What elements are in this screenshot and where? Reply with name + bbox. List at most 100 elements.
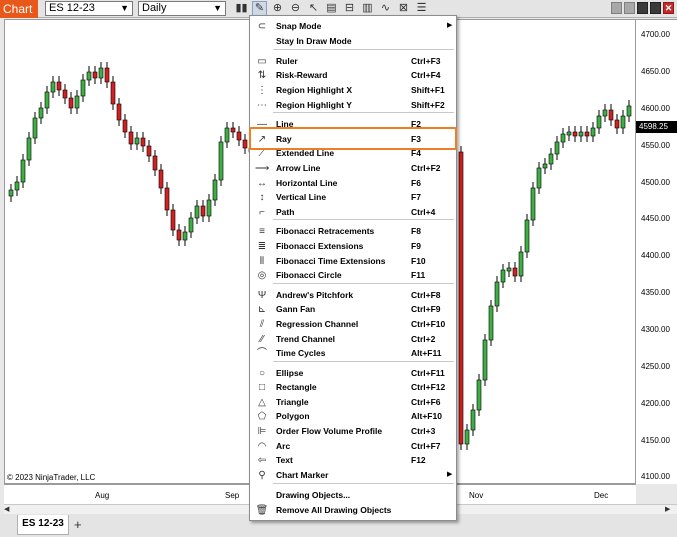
menu-item-label: Horizontal Line <box>276 178 338 188</box>
menu-item-arc[interactable]: ◠ Arc Ctrl+F7 <box>251 440 456 454</box>
menu-item-ruler[interactable]: ▭ Ruler Ctrl+F3 <box>251 55 456 69</box>
menu-item-vertical-line[interactable]: ↕ Vertical Line F7 <box>251 191 456 205</box>
menu-item-text[interactable]: ⇦ Text F12 <box>251 454 456 468</box>
interval-selector[interactable]: Daily ▼ <box>138 1 226 16</box>
menu-item-drawing-objects[interactable]: Drawing Objects... <box>251 489 456 503</box>
ellipse-icon: ○ <box>258 368 266 379</box>
magnet-icon: ⊂ <box>257 21 267 32</box>
window-option-icon[interactable] <box>611 2 622 14</box>
menu-item-label: Remove All Drawing Objects <box>276 505 392 515</box>
candle-body <box>152 155 158 171</box>
y-tick-label: 4500.00 <box>641 178 670 187</box>
candle-body <box>14 181 20 191</box>
menu-item-chart-marker[interactable]: ⚲ Chart Marker ▶ <box>251 469 456 483</box>
candle-body <box>8 189 14 197</box>
close-icon[interactable]: ✕ <box>663 2 674 14</box>
candle-body <box>218 141 224 181</box>
fib-retracement-icon: ≡ <box>259 226 265 237</box>
menu-item-arrow-line[interactable]: ⟶ Arrow Line Ctrl+F2 <box>251 162 456 176</box>
instrument-icon[interactable]: ▥ <box>360 1 375 16</box>
candle-body <box>566 131 572 136</box>
candle-body <box>170 209 176 231</box>
menu-item-shortcut: Ctrl+2 <box>411 334 436 344</box>
menu-item-polygon[interactable]: ⬠ Polygon Alt+F10 <box>251 410 456 424</box>
instrument-selector[interactable]: ES 12-23 ▼ <box>45 1 133 16</box>
zoom-out-icon[interactable]: ⊖ <box>288 1 303 16</box>
properties-icon[interactable]: ⊟ <box>342 1 357 16</box>
triangle-icon: △ <box>258 397 266 408</box>
menu-item-fibonacci-extensions[interactable]: ≣ Fibonacci Extensions F9 <box>251 240 456 254</box>
candle-body <box>200 205 206 217</box>
candle-body <box>146 145 152 157</box>
window-option-icon[interactable] <box>624 2 635 14</box>
data-box-icon[interactable]: ▤ <box>324 1 339 16</box>
menu-item-fibonacci-retracements[interactable]: ≡ Fibonacci Retracements F8 <box>251 225 456 239</box>
menu-item-shortcut: Ctrl+F4 <box>411 70 441 80</box>
candle-body <box>548 153 554 165</box>
pointer-icon[interactable]: ↖ <box>306 1 321 16</box>
menu-item-label: Arrow Line <box>276 163 321 173</box>
menu-separator <box>273 112 454 113</box>
candle-body <box>182 231 188 241</box>
menu-item-stay-in-draw-mode[interactable]: Stay In Draw Mode <box>251 35 456 49</box>
menu-item-rectangle[interactable]: □ Rectangle Ctrl+F12 <box>251 381 456 395</box>
candle-body <box>512 267 518 277</box>
menu-item-shortcut: F9 <box>411 241 421 251</box>
menu-item-region-highlight-x[interactable]: ⋮ Region Highlight X Shift+F1 <box>251 84 456 98</box>
menu-item-shortcut: Ctrl+3 <box>411 426 436 436</box>
arrow-line-icon: ⟶ <box>255 163 270 174</box>
y-tick-label: 4550.00 <box>641 141 670 150</box>
instrument-tab[interactable]: ES 12-23 <box>17 515 69 535</box>
menu-item-fibonacci-circle[interactable]: ◎ Fibonacci Circle F11 <box>251 269 456 283</box>
indicator-icon[interactable]: ∿ <box>378 1 393 16</box>
menu-item-fibonacci-time-extensions[interactable]: ⦀ Fibonacci Time Extensions F10 <box>251 255 456 269</box>
candle-body <box>56 81 62 91</box>
candle-body <box>62 89 68 99</box>
add-tab-button[interactable]: + <box>74 517 82 532</box>
menu-item-label: Region Highlight Y <box>276 100 352 110</box>
menu-item-trend-channel[interactable]: ⁄⁄ Trend Channel Ctrl+2 <box>251 333 456 347</box>
y-tick-label: 4450.00 <box>641 214 670 223</box>
menu-item-ellipse[interactable]: ○ Ellipse Ctrl+F11 <box>251 367 456 381</box>
menu-item-horizontal-line[interactable]: ↔ Horizontal Line F6 <box>251 177 456 191</box>
region-x-icon: ⋮ <box>257 85 267 96</box>
menu-item-snap-mode[interactable]: ⊂ Snap Mode ▶ <box>251 20 456 34</box>
menu-item-shortcut: F11 <box>411 270 426 280</box>
strategy-icon[interactable]: ⊠ <box>396 1 411 16</box>
menu-item-risk-reward[interactable]: ⇅ Risk-Reward Ctrl+F4 <box>251 69 456 83</box>
menu-item-time-cycles[interactable]: ⌒ Time Cycles Alt+F11 <box>251 347 456 361</box>
y-tick-label: 4400.00 <box>641 251 670 260</box>
regression-icon: ⫽ <box>259 319 265 330</box>
menu-item-andrew-s-pitchfork[interactable]: Ψ Andrew's Pitchfork Ctrl+F8 <box>251 289 456 303</box>
zoom-in-icon[interactable]: ⊕ <box>270 1 285 16</box>
fib-circle-icon: ◎ <box>257 270 267 281</box>
menu-item-order-flow-volume-profile[interactable]: ⊫ Order Flow Volume Profile Ctrl+3 <box>251 425 456 439</box>
menu-item-label: Gann Fan <box>276 304 316 314</box>
candle-body <box>458 151 464 445</box>
chart-tab[interactable]: Chart <box>0 0 38 18</box>
menu-item-path[interactable]: ⌐ Path Ctrl+4 <box>251 206 456 220</box>
submenu-arrow-icon: ▶ <box>447 22 453 29</box>
menu-item-triangle[interactable]: △ Triangle Ctrl+F6 <box>251 396 456 410</box>
minimize-icon[interactable] <box>637 2 648 14</box>
menu-item-gann-fan[interactable]: ⊾ Gann Fan Ctrl+F9 <box>251 303 456 317</box>
bars-icon[interactable]: ▮▮ <box>234 1 249 16</box>
maximize-icon[interactable] <box>650 2 661 14</box>
y-tick-label: 4700.00 <box>641 30 670 39</box>
fib-time-icon: ⦀ <box>259 256 265 267</box>
menu-item-label: Polygon <box>276 411 310 421</box>
list-icon[interactable]: ☰ <box>414 1 429 16</box>
draw-tool-icon[interactable]: ✎ <box>252 1 267 16</box>
x-tick-label: Sep <box>225 491 240 500</box>
price-axis[interactable]: 4700.00 4650.00 4600.00 4550.00 4500.00 4450.… <box>636 19 677 484</box>
candle-body <box>194 205 200 219</box>
menu-item-shortcut: F7 <box>411 192 421 202</box>
menu-separator <box>273 283 454 284</box>
menu-item-shortcut: Ctrl+F12 <box>411 382 446 392</box>
menu-item-regression-channel[interactable]: ⫽ Regression Channel Ctrl+F10 <box>251 318 456 332</box>
arc-icon: ◠ <box>257 441 267 452</box>
candle-body <box>620 115 626 129</box>
menu-item-remove-all-drawing-objects[interactable]: 🗑 Remove All Drawing Objects <box>251 504 456 518</box>
y-tick-label: 4300.00 <box>641 325 670 334</box>
menu-item-region-highlight-y[interactable]: ⋯ Region Highlight Y Shift+F2 <box>251 99 456 113</box>
